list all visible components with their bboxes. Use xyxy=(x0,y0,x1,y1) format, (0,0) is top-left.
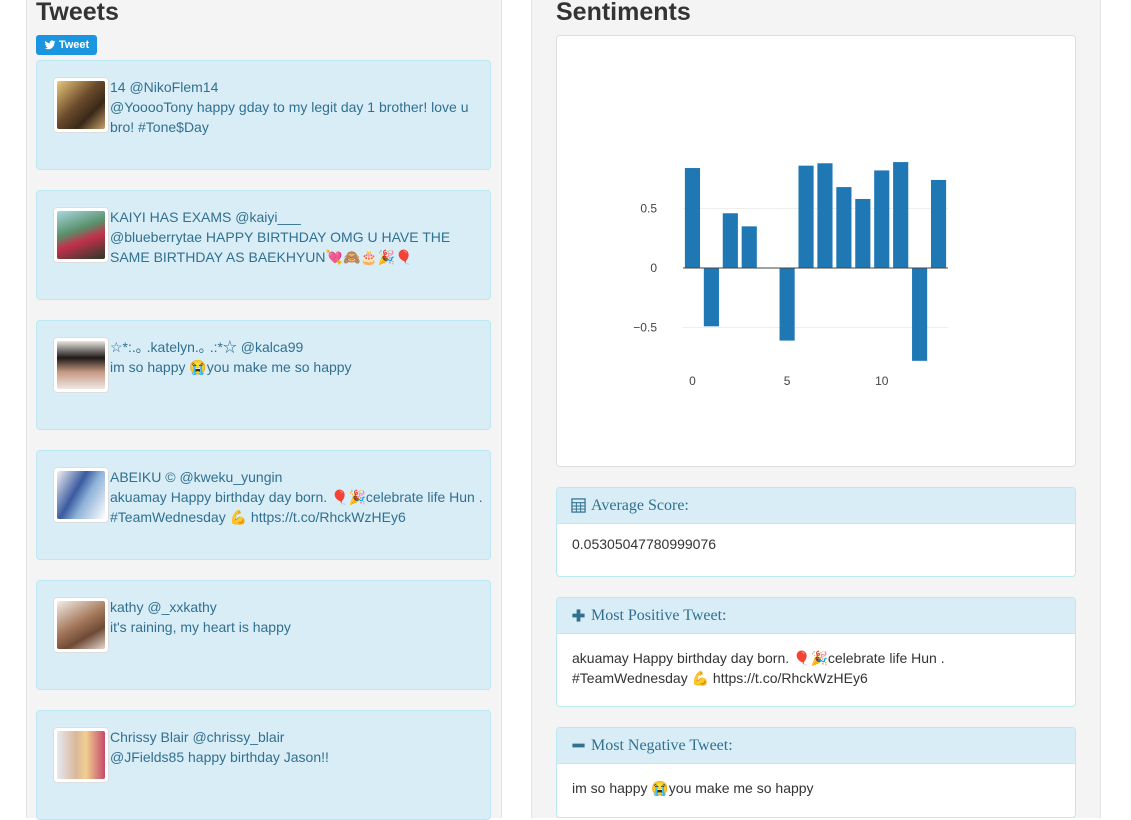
y-tick-label: −0.5 xyxy=(633,321,657,335)
sentiment-chart-panel: 0.5 0 −0.5 0 5 10 xyxy=(556,35,1076,467)
tweet-card: KAIYI HAS EXAMS @kaiyi___ @blueberrytae … xyxy=(36,190,491,300)
sentiment-bar[interactable] xyxy=(855,198,871,268)
x-tick-label: 0 xyxy=(689,374,696,388)
most-positive-text: akuamay Happy birthday day born. 🎈🎉celeb… xyxy=(572,650,945,686)
average-score-panel: Average Score: 0.05305047780999076 xyxy=(556,487,1076,577)
sentiment-bar[interactable] xyxy=(779,268,795,341)
tweet-user: Chrissy Blair @chrissy_blair xyxy=(110,729,285,745)
sentiment-bar[interactable] xyxy=(893,162,909,268)
tweet-user: KAIYI HAS EXAMS @kaiyi___ xyxy=(110,209,301,225)
sentiment-bar-chart: 0.5 0 −0.5 0 5 10 xyxy=(633,162,948,388)
most-negative-text: im so happy 😭you make me so happy xyxy=(572,780,814,796)
most-negative-panel: Most Negative Tweet: im so happy 😭you ma… xyxy=(556,727,1076,818)
tweet-user: kathy @_xxkathy xyxy=(110,599,217,615)
plus-icon xyxy=(572,609,585,622)
most-negative-label: Most Negative Tweet: xyxy=(591,736,733,754)
sentiments-title: Sentiments xyxy=(556,0,691,26)
sentiment-bar[interactable] xyxy=(874,170,890,268)
sentiment-bar[interactable] xyxy=(684,168,701,268)
sentiment-bar[interactable] xyxy=(836,187,852,268)
tweet-button-label: Tweet xyxy=(58,39,90,51)
avatar xyxy=(53,727,109,783)
tweet-card: 14 @NikoFlem14 @YooooTony happy gday to … xyxy=(36,60,491,170)
sentiment-bar[interactable] xyxy=(722,213,738,268)
avatar xyxy=(53,597,109,653)
tweet-user: ABEIKU © @kweku_yungin xyxy=(110,469,283,485)
sentiment-bar[interactable] xyxy=(741,226,757,268)
tweet-body: @JFields85 happy birthday Jason!! xyxy=(110,749,329,765)
tweets-title: Tweets xyxy=(36,0,119,26)
tweet-card: ABEIKU © @kweku_yungin akuamay Happy bir… xyxy=(36,450,491,560)
avatar xyxy=(53,337,109,393)
tweet-card: ☆*:.｡ .katelyn.｡ .:*☆ @kalca99 im so hap… xyxy=(36,320,491,430)
minus-icon xyxy=(572,743,585,748)
x-tick-label: 5 xyxy=(784,374,791,388)
y-tick-label: 0 xyxy=(650,261,657,275)
tweet-user: 14 @NikoFlem14 xyxy=(110,79,219,95)
sentiment-bar[interactable] xyxy=(817,163,833,268)
avatar xyxy=(53,77,109,133)
average-score-label: Average Score: xyxy=(591,496,689,514)
sentiment-bar[interactable] xyxy=(703,268,719,327)
tweet-body: @blueberrytae HAPPY BIRTHDAY OMG U HAVE … xyxy=(110,229,451,265)
average-score-value: 0.05305047780999076 xyxy=(572,536,717,552)
calculator-icon xyxy=(571,498,586,513)
most-positive-panel: Most Positive Tweet: akuamay Happy birth… xyxy=(556,597,1076,707)
sentiment-bar[interactable] xyxy=(912,268,928,361)
tweet-card: kathy @_xxkathy it's raining, my heart i… xyxy=(36,580,491,690)
most-positive-label: Most Positive Tweet: xyxy=(591,606,727,624)
sentiments-column: Sentiments 0.5 0 −0.5 0 5 10 Average Score: 0… xyxy=(531,0,1101,818)
tweet-body: im so happy 😭you make me so happy xyxy=(110,359,352,375)
tweet-body: akuamay Happy birthday day born. 🎈🎉celeb… xyxy=(110,489,483,525)
x-tick-label: 10 xyxy=(875,374,889,388)
tweets-column: Tweets Tweet 14 @NikoFlem14 @YooooTony h… xyxy=(26,0,502,820)
sentiment-bar[interactable] xyxy=(930,179,947,268)
tweet-body: it's raining, my heart is happy xyxy=(110,619,291,635)
tweet-card: Chrissy Blair @chrissy_blair @JFields85 … xyxy=(36,710,491,820)
tweet-button[interactable]: Tweet xyxy=(36,35,97,55)
avatar xyxy=(53,467,109,523)
tweet-body: @YooooTony happy gday to my legit day 1 … xyxy=(110,99,469,135)
y-tick-label: 0.5 xyxy=(640,202,657,216)
sentiment-bar[interactable] xyxy=(798,165,814,268)
tweet-user: ☆*:.｡ .katelyn.｡ .:*☆ @kalca99 xyxy=(110,339,304,355)
twitter-bird-icon xyxy=(44,40,56,50)
avatar xyxy=(53,207,109,263)
